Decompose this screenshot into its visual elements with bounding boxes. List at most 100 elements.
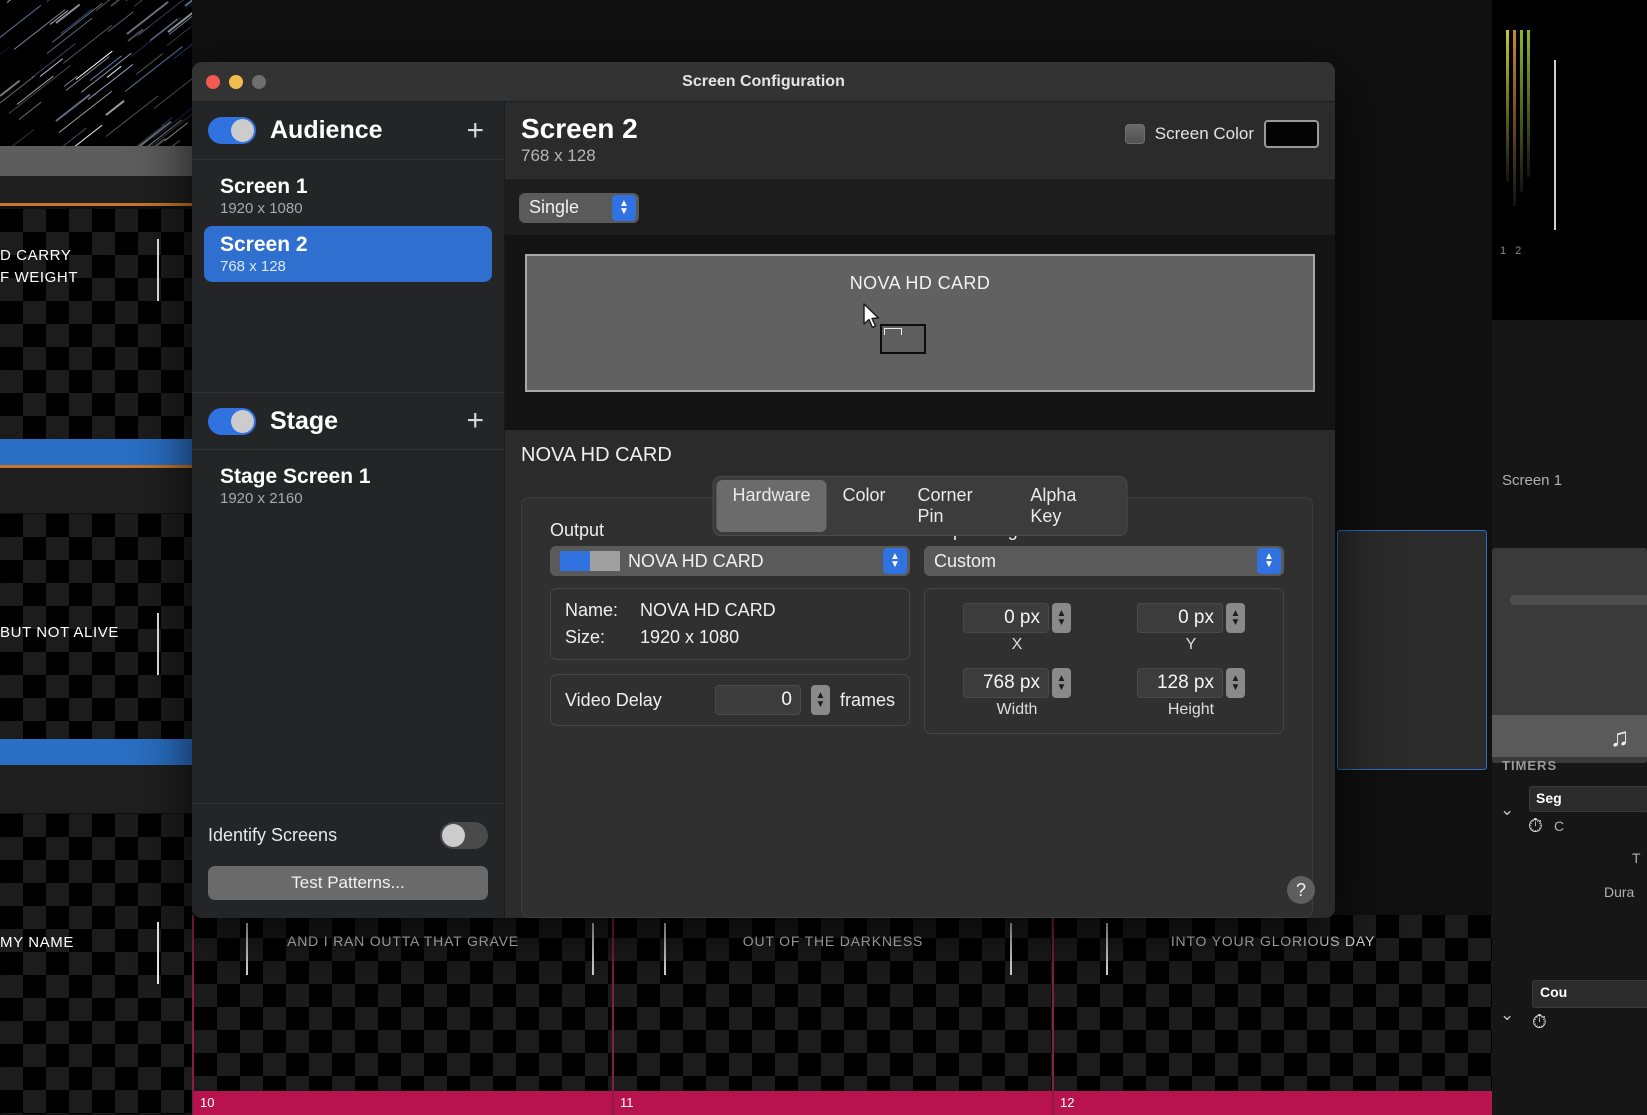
slide-number: 12	[1054, 1091, 1492, 1115]
stage-section: Stage + Stage Screen 1 1920 x 2160	[192, 392, 504, 803]
chevron-down-icon[interactable]: ⌄	[1500, 800, 1514, 820]
audience-toggle[interactable]	[208, 117, 256, 144]
x-field-cell: 0 px ▲ ▼ X	[943, 603, 1091, 654]
screen-mode-bar: Single ▲ ▼	[505, 180, 1335, 236]
chevron-updown-icon: ▲ ▼	[1257, 548, 1281, 574]
art-streak	[106, 96, 159, 138]
y-field-cell: 0 px ▲ ▼ Y	[1117, 603, 1265, 654]
slide-lyric: INTO YOUR GLORIOUS DAY	[1054, 933, 1492, 949]
stage-toggle[interactable]	[208, 408, 256, 435]
slide-lyric-line-1: MY NAME	[0, 934, 192, 951]
output-target-value: Custom	[934, 551, 996, 572]
output-name-row: Name: NOVA HD CARD	[565, 600, 895, 621]
tab-hardware[interactable]: Hardware	[717, 480, 827, 532]
tab-color[interactable]: Color	[827, 480, 902, 532]
video-delay-unit: frames	[840, 690, 895, 711]
x-label: X	[943, 636, 1091, 654]
time-label: T	[1632, 850, 1641, 866]
output-value: NOVA HD CARD	[628, 551, 764, 572]
list-item[interactable]: D CARRY F WEIGHT	[0, 209, 192, 439]
list-item[interactable]: MY NAME	[0, 814, 192, 1114]
screen-color-control: Screen Color	[1125, 120, 1319, 148]
screens-sidebar: Audience + Screen 1 1920 x 1080 Screen 2…	[192, 102, 505, 918]
art-streak	[56, 94, 91, 122]
output-swatch-icon	[560, 551, 620, 571]
art-streak	[105, 100, 124, 116]
preview-scrollbar[interactable]	[1510, 595, 1647, 605]
list-item[interactable]: AND I RAN OUTTA THAT GRAVE 10	[192, 915, 612, 1115]
sidebar-item-screen-1[interactable]: Screen 1 1920 x 1080	[204, 168, 492, 224]
add-stage-screen-button[interactable]: +	[462, 406, 488, 436]
screen-name: Stage Screen 1	[220, 465, 476, 489]
screen-header: Screen 2 768 x 128 Screen Color	[505, 102, 1335, 180]
countdown-label: Cou	[1540, 984, 1567, 1000]
screen-mode-value: Single	[529, 197, 579, 218]
drag-proxy-indicator	[880, 324, 926, 354]
list-item[interactable]: BUT NOT ALIVE	[0, 514, 192, 744]
screen-color-swatch[interactable]	[1264, 120, 1319, 148]
slide-number: 11	[614, 1091, 1052, 1115]
slide-lyric: AND I RAN OUTTA THAT GRAVE	[194, 933, 612, 949]
sidebar-footer: Identify Screens Test Patterns...	[192, 803, 504, 918]
audio-meter-bar	[1527, 30, 1530, 177]
background-dark-bar	[0, 176, 192, 206]
audience-section: Audience + Screen 1 1920 x 1080 Screen 2…	[192, 102, 504, 392]
window-title: Screen Configuration	[192, 73, 1335, 91]
list-item	[0, 468, 192, 513]
window-titlebar: Screen Configuration	[192, 62, 1335, 102]
identify-screens-row: Identify Screens	[208, 804, 488, 866]
width-stepper[interactable]: ▲ ▼	[1052, 668, 1071, 698]
list-item[interactable]: INTO YOUR GLORIOUS DAY 12	[1052, 915, 1492, 1115]
audience-screen-list: Screen 1 1920 x 1080 Screen 2 768 x 128	[192, 160, 504, 392]
art-streak	[7, 0, 52, 3]
screen-layout-canvas[interactable]: NOVA HD CARD	[505, 236, 1335, 430]
list-item[interactable]: OUT OF THE DARKNESS 11	[612, 915, 1052, 1115]
help-button[interactable]: ?	[1287, 876, 1315, 904]
art-streak	[46, 0, 71, 2]
page-subtitle-resolution: 768 x 128	[521, 146, 1315, 166]
height-input[interactable]: 128 px	[1137, 668, 1223, 698]
preview-thumb-selected[interactable]	[1337, 530, 1487, 770]
x-stepper[interactable]: ▲ ▼	[1052, 603, 1071, 633]
slide-tick	[592, 923, 594, 975]
tab-corner-pin[interactable]: Corner Pin	[902, 480, 1015, 532]
art-streak	[154, 72, 192, 109]
chevron-down-icon[interactable]: ⌄	[1500, 1005, 1514, 1025]
width-input[interactable]: 768 px	[963, 668, 1049, 698]
audio-meter-bar	[1506, 30, 1509, 182]
art-streak	[107, 11, 133, 31]
slide-lyric-line-1: BUT NOT ALIVE	[0, 624, 192, 641]
art-streak	[0, 5, 42, 41]
output-select[interactable]: NOVA HD CARD ▲ ▼	[550, 546, 910, 576]
x-input[interactable]: 0 px	[963, 603, 1049, 633]
identify-screens-toggle[interactable]	[440, 822, 488, 849]
screen-color-checkbox[interactable]	[1125, 124, 1145, 144]
screen-tab-label[interactable]: Screen 1	[1502, 472, 1562, 489]
output-column: Output NOVA HD CARD ▲ ▼ Name: NOVA HD CA…	[550, 520, 910, 734]
slide-tick	[664, 923, 666, 975]
output-target-select[interactable]: Custom ▲ ▼	[924, 546, 1284, 576]
video-delay-label: Video Delay	[565, 690, 705, 711]
video-delay-stepper[interactable]: ▲ ▼	[811, 685, 830, 715]
video-delay-input[interactable]: 0	[715, 685, 801, 715]
art-streak	[18, 102, 41, 120]
art-streak	[0, 47, 10, 66]
audio-meter-bar	[1520, 30, 1523, 192]
timer-row-label: C	[1554, 818, 1564, 834]
sidebar-item-stage-screen-1[interactable]: Stage Screen 1 1920 x 2160	[204, 458, 492, 514]
sidebar-item-screen-2[interactable]: Screen 2 768 x 128	[204, 226, 492, 282]
height-stepper[interactable]: ▲ ▼	[1226, 668, 1245, 698]
add-audience-screen-button[interactable]: +	[462, 116, 488, 146]
card-detail-title: NOVA HD CARD	[521, 444, 1313, 467]
background-right-panel: 1 2 Screen 1 ♫ TIMERS ⌄ Seg ⏱ C T Dura ⌄…	[1492, 0, 1647, 1115]
output-size-key: Size:	[565, 627, 640, 648]
tab-alpha-key[interactable]: Alpha Key	[1014, 480, 1123, 532]
screen-configuration-window[interactable]: Screen Configuration Audience + Screen 1…	[192, 62, 1335, 918]
y-stepper[interactable]: ▲ ▼	[1226, 603, 1245, 633]
duration-label: Dura	[1604, 884, 1634, 900]
screen-mode-popup[interactable]: Single ▲ ▼	[519, 193, 639, 223]
output-card-rect[interactable]: NOVA HD CARD	[525, 254, 1315, 392]
audience-group-header: Audience +	[192, 102, 504, 160]
y-input[interactable]: 0 px	[1137, 603, 1223, 633]
test-patterns-button[interactable]: Test Patterns...	[208, 866, 488, 900]
